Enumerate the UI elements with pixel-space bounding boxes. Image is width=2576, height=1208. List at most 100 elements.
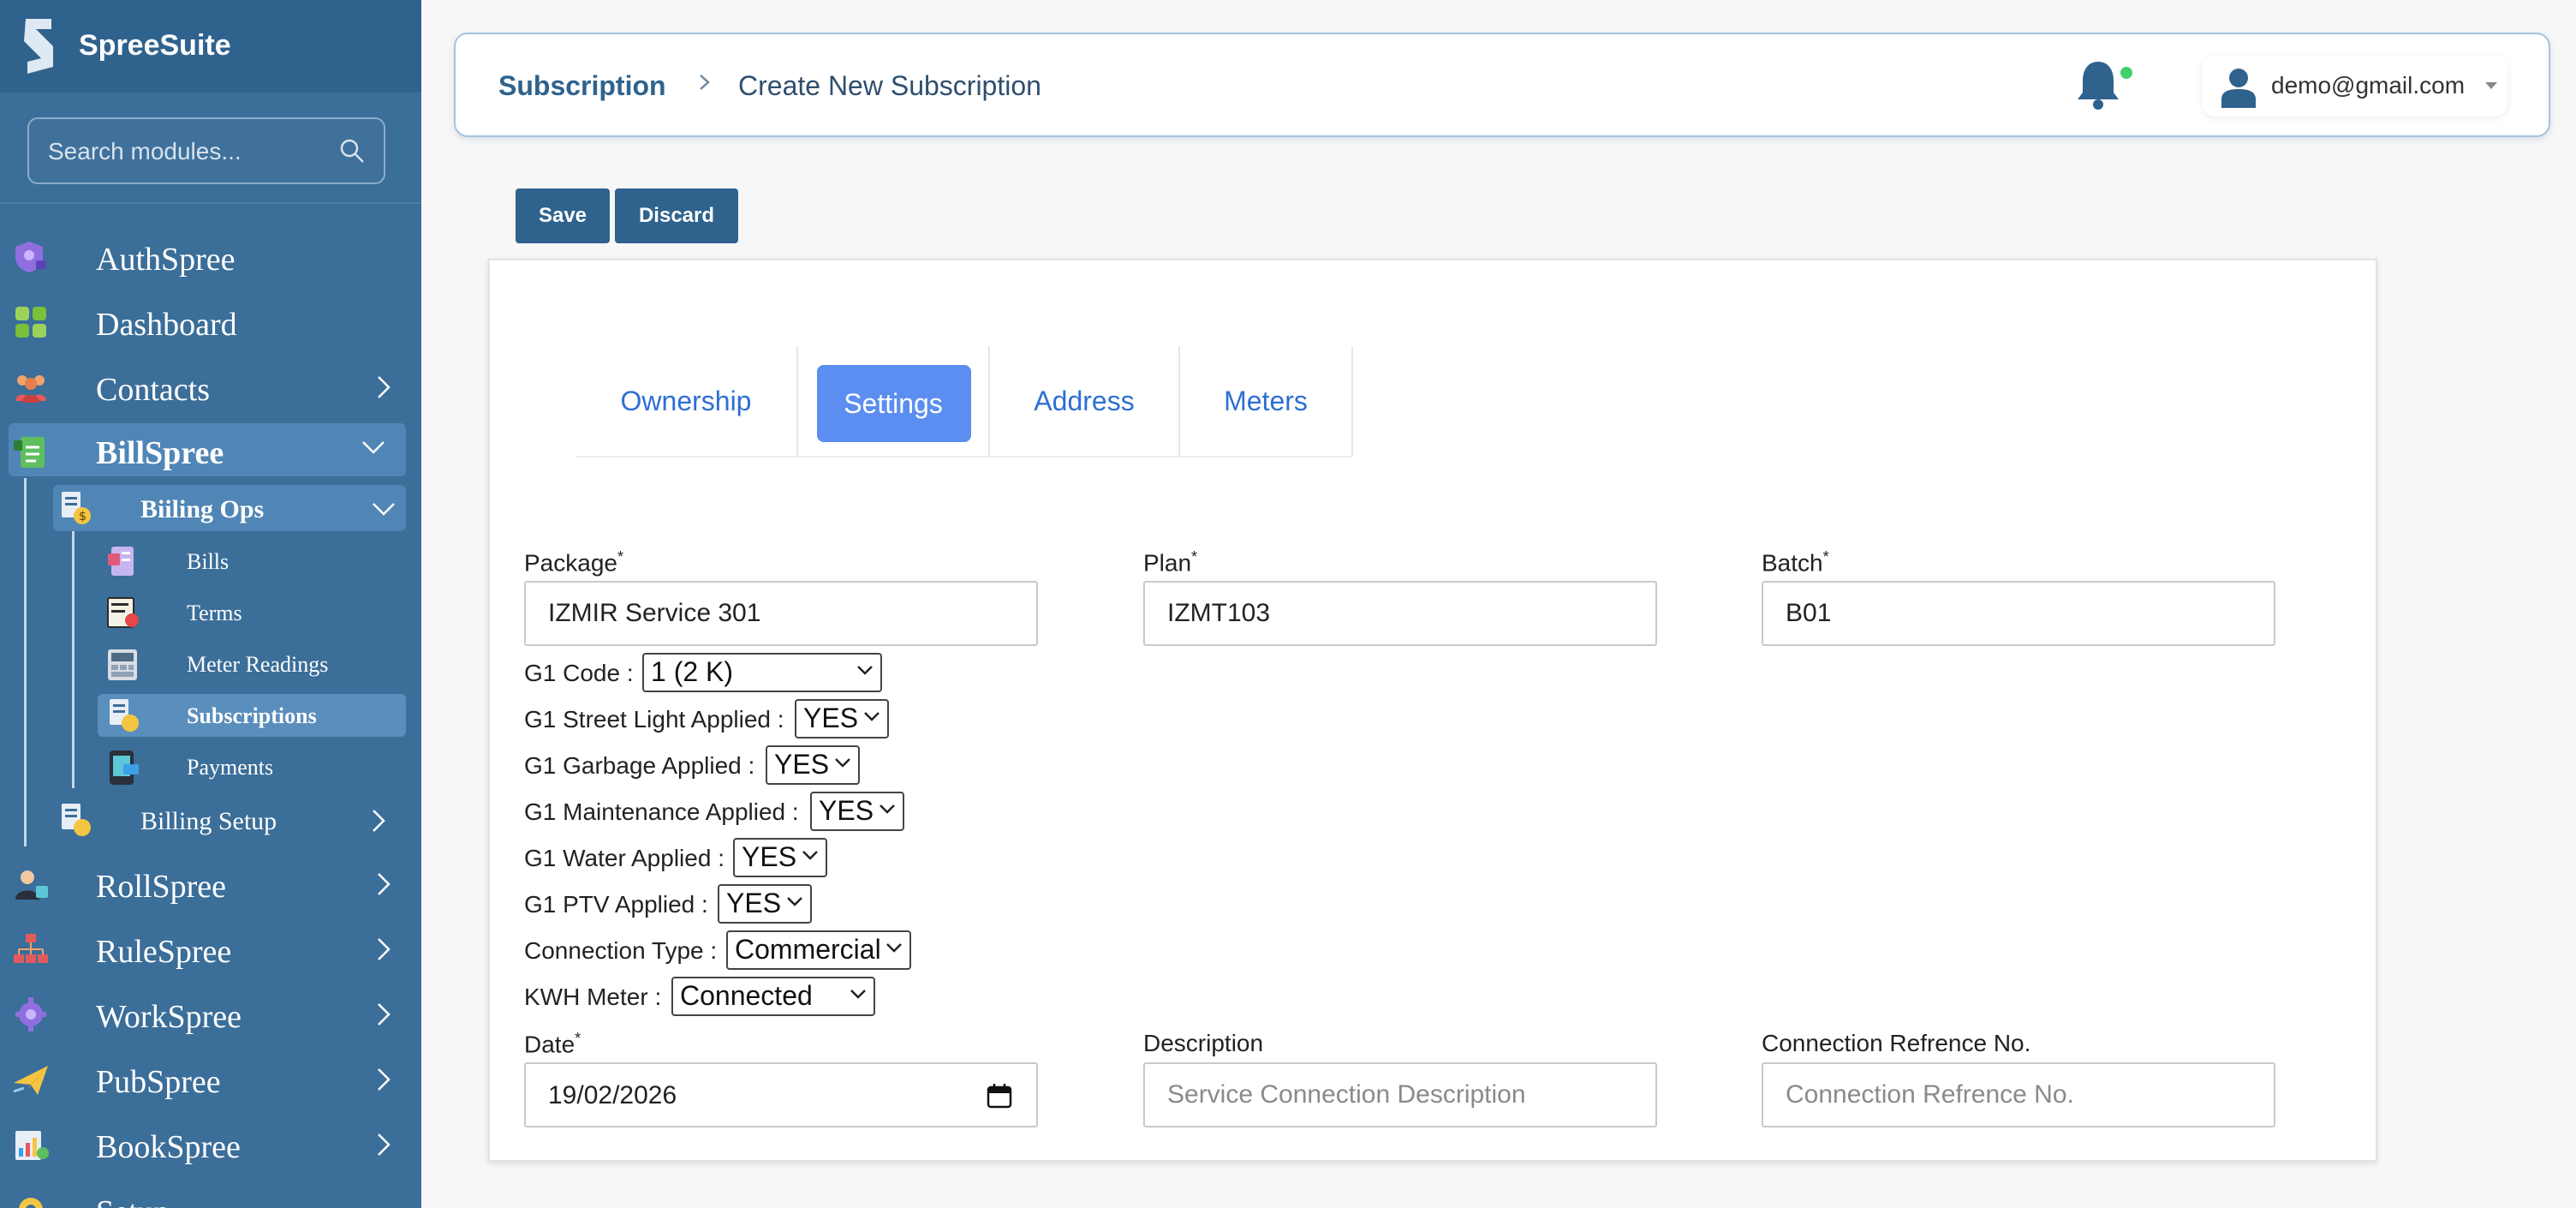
tab-settings[interactable]: Settings — [798, 346, 990, 457]
g1-code-select[interactable]: 1 (2 K) — [642, 653, 882, 692]
tab-address[interactable]: Address — [990, 346, 1180, 457]
batch-label: Batch* — [1762, 548, 1829, 577]
workspree-gear-icon — [15, 997, 46, 1032]
sidebar-subitem-label: Bills — [187, 549, 230, 574]
payments-icon — [110, 751, 139, 785]
kwh-meter-select[interactable]: Connected — [671, 977, 875, 1016]
sidebar-item-rulespree[interactable]: RuleSpree — [0, 920, 421, 977]
package-input[interactable] — [524, 581, 1038, 646]
sidebar-subitem-terms[interactable]: Terms — [98, 593, 406, 634]
g1-maintenance-label: G1 Maintenance Applied : — [524, 798, 799, 825]
tab-label: Address — [1034, 386, 1135, 416]
sidebar-item-dashboard[interactable]: Dashboard — [0, 293, 421, 350]
notification-bell-icon[interactable] — [2074, 58, 2122, 111]
plan-input[interactable] — [1143, 581, 1657, 646]
breadcrumb-root-link[interactable]: Subscription — [498, 70, 666, 102]
sidebar-subitem-label: Subscriptions — [187, 703, 317, 728]
sidebar-subitem-subscriptions[interactable]: Subscriptions — [98, 694, 406, 737]
g1-ptv-label: G1 PTV Applied : — [524, 891, 708, 918]
user-menu[interactable]: demo@gmail.com — [2203, 55, 2507, 117]
save-button[interactable]: Save — [516, 188, 610, 243]
tab-ownership[interactable]: Ownership — [575, 346, 798, 457]
package-label: Package* — [524, 548, 623, 577]
chevron-down-icon — [864, 712, 880, 721]
date-input[interactable]: 19/02/2026 — [524, 1062, 1038, 1127]
pubspree-paper-plane-icon — [13, 1066, 48, 1095]
sidebar-subitem-billing-ops[interactable]: $ Biiling Ops — [53, 485, 406, 531]
chevron-down-icon — [886, 943, 902, 953]
user-avatar-icon — [2221, 69, 2256, 108]
sidebar-item-label: PubSpree — [96, 1064, 221, 1100]
sidebar-item-label: BillSpree — [96, 435, 224, 471]
sidebar-item-label: BookSpree — [96, 1129, 241, 1165]
tree-guide-line — [24, 478, 27, 846]
connection-type-select[interactable]: Commercial — [726, 930, 911, 970]
discard-button[interactable]: Discard — [615, 188, 738, 243]
setup-gear-icon — [19, 1198, 43, 1208]
g1-garbage-label: G1 Garbage Applied : — [524, 752, 755, 779]
chevron-right-icon — [378, 1068, 391, 1091]
batch-input[interactable] — [1762, 581, 2275, 646]
subscription-form-card: Ownership Settings Address Meters Packag… — [488, 259, 2377, 1162]
svg-text:$: $ — [79, 510, 86, 523]
g1-street-light-label: G1 Street Light Applied : — [524, 706, 784, 733]
sidebar-item-authspree[interactable]: AuthSpree — [0, 228, 421, 284]
sidebar-item-contacts[interactable]: Contacts — [0, 358, 421, 415]
module-search-box[interactable] — [27, 117, 385, 184]
sidebar-item-pubspree[interactable]: PubSpree — [0, 1050, 421, 1107]
sidebar-subitem-payments[interactable]: Payments — [98, 747, 406, 788]
g1-maintenance-select[interactable]: YES — [810, 792, 904, 831]
sidebar-subitem-label: Payments — [187, 755, 274, 780]
tab-meters[interactable]: Meters — [1180, 346, 1353, 457]
sidebar-item-workspree[interactable]: WorkSpree — [0, 985, 421, 1042]
sidebar-subitem-meter-readings[interactable]: Meter Readings — [98, 644, 406, 685]
g1-ptv-select[interactable]: YES — [718, 884, 812, 924]
g1-code-label: G1 Code : — [524, 660, 634, 686]
bill-document-icon — [14, 437, 45, 468]
sidebar-subitem-billing-setup[interactable]: Billing Setup — [53, 798, 406, 841]
g1-water-select[interactable]: YES — [733, 838, 827, 877]
chevron-down-icon — [857, 666, 873, 675]
connection-type-label: Connection Type : — [524, 937, 718, 964]
connection-ref-input[interactable] — [1762, 1062, 2275, 1127]
sidebar-item-setup[interactable]: Setup — [0, 1181, 421, 1208]
sidebar-item-label: RollSpree — [96, 869, 226, 905]
search-input[interactable] — [48, 135, 331, 169]
contacts-group-icon — [15, 375, 46, 403]
bookspree-ledger-icon — [15, 1131, 49, 1160]
g1-street-light-select[interactable]: YES — [795, 699, 889, 739]
search-icon[interactable] — [339, 138, 365, 164]
sidebar-item-rollspree[interactable]: RollSpree — [0, 855, 421, 912]
g1-garbage-select[interactable]: YES — [766, 745, 860, 785]
caret-down-icon — [2485, 82, 2497, 89]
tab-underline — [575, 456, 1353, 457]
breadcrumb-chevron-icon — [700, 75, 710, 90]
sidebar-item-label: WorkSpree — [96, 999, 242, 1035]
sidebar-subitem-bills[interactable]: Bills — [98, 541, 406, 583]
tree-guide-line — [72, 531, 75, 788]
description-label: Description — [1143, 1030, 1264, 1056]
description-input[interactable] — [1143, 1062, 1657, 1127]
chevron-right-icon — [378, 376, 391, 398]
subscriptions-icon — [110, 699, 139, 732]
g1-water-label: G1 Water Applied : — [524, 845, 724, 871]
breadcrumb-current: Create New Subscription — [738, 70, 1041, 101]
chevron-down-icon — [373, 503, 395, 516]
calendar-icon[interactable] — [987, 1083, 1012, 1109]
sidebar-item-bookspree[interactable]: BookSpree — [0, 1115, 421, 1172]
date-label: Date* — [524, 1030, 581, 1058]
chevron-right-icon — [378, 938, 391, 960]
sidebar-item-billspree[interactable]: BillSpree — [9, 423, 406, 476]
chevron-down-icon — [362, 441, 385, 454]
chevron-down-icon — [835, 758, 850, 768]
billing-setup-icon — [62, 804, 91, 836]
chevron-right-icon — [373, 810, 385, 832]
chevron-right-icon — [378, 873, 391, 895]
chevron-down-icon — [787, 897, 802, 906]
billing-ops-icon: $ — [62, 492, 91, 524]
chevron-right-icon — [378, 1133, 391, 1156]
sidebar-subitem-label: Terms — [187, 601, 242, 625]
tab-label: Settings — [844, 388, 943, 419]
shield-lock-icon — [15, 242, 46, 272]
connection-ref-label: Connection Refrence No. — [1762, 1030, 2031, 1056]
